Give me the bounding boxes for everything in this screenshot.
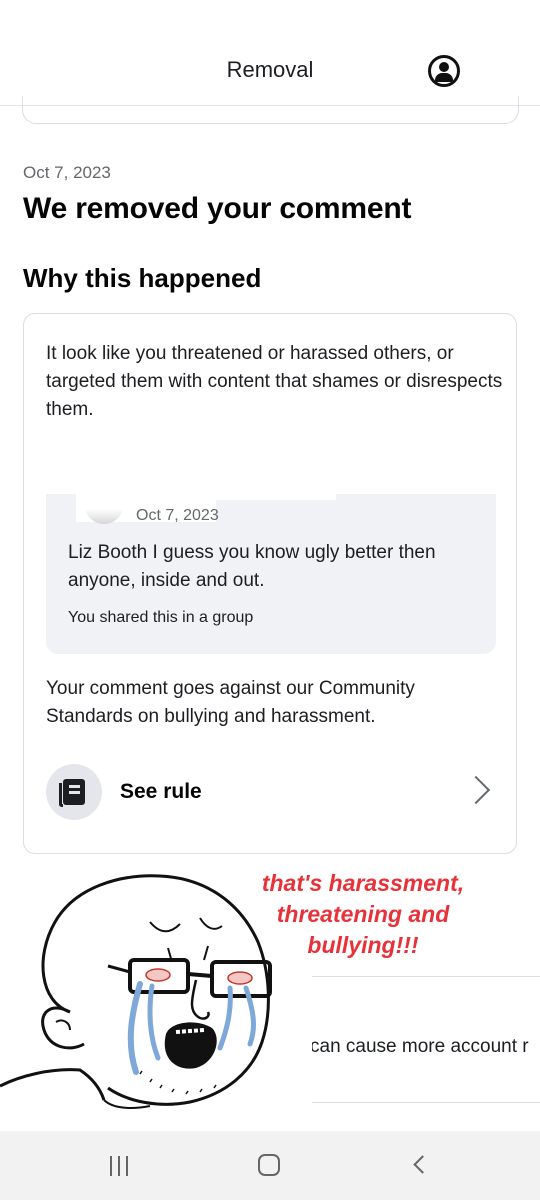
divider: [310, 976, 540, 977]
meme-caption: that's harassment, threatening and bully…: [261, 870, 465, 958]
partially-hidden-text: can cause more account r: [310, 1036, 529, 1057]
see-rule-label: See rule: [120, 780, 202, 803]
recents-icon[interactable]: [108, 1156, 130, 1176]
chevron-right-icon: [461, 775, 491, 805]
reason-card: It look like you threatened or harassed …: [23, 313, 517, 854]
removal-heading: We removed your comment: [23, 192, 412, 225]
back-icon[interactable]: [413, 1155, 432, 1174]
removed-comment-preview: Oct 7, 2023 Liz Booth I guess you know u…: [46, 442, 496, 654]
home-icon[interactable]: [258, 1154, 280, 1176]
android-nav-bar: [0, 1131, 540, 1200]
rule-book-icon: [46, 764, 102, 820]
reason-heading: Why this happened: [23, 263, 262, 293]
comment-text: Liz Booth I guess you know ugly better t…: [68, 542, 436, 591]
comment-date: Oct 7, 2023: [136, 507, 219, 524]
previous-card-edge: [22, 96, 519, 124]
divider: [310, 1102, 540, 1103]
account-icon[interactable]: [428, 55, 460, 87]
top-bar: Removal: [0, 0, 540, 106]
standards-text: Your comment goes against our Community …: [46, 678, 415, 727]
redaction-block: [216, 492, 336, 500]
removal-date: Oct 7, 2023: [23, 163, 111, 182]
comment-context: You shared this in a group: [68, 609, 254, 626]
see-rule-button[interactable]: See rule: [46, 764, 496, 822]
reason-explanation: It look like you threatened or harassed …: [46, 343, 503, 420]
